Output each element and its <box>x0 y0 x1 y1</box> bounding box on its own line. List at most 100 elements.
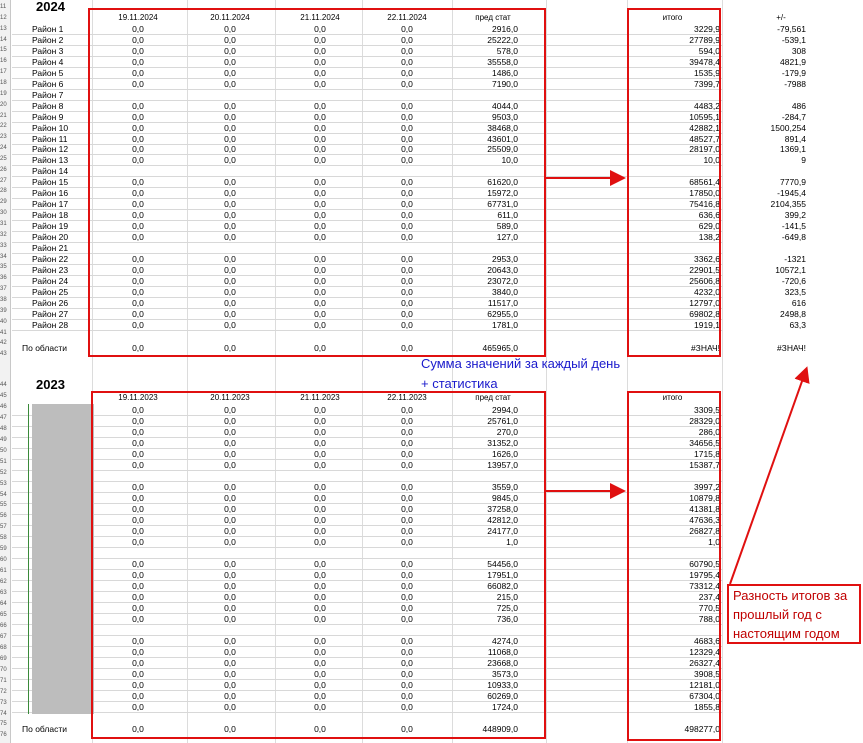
total-diff-value[interactable]: #ЗНАЧ! <box>726 343 806 353</box>
district-label[interactable]: Район 27 <box>32 309 68 319</box>
diff-value[interactable]: 891,4 <box>726 134 806 144</box>
district-label[interactable]: Район 10 <box>32 123 68 133</box>
row-number: 18 <box>0 79 7 86</box>
diff-value[interactable]: 1500,254 <box>726 123 806 133</box>
diff-value[interactable]: 2104,355 <box>726 199 806 209</box>
diff-value[interactable]: 323,5 <box>726 287 806 297</box>
diff-value[interactable]: -649,8 <box>726 232 806 242</box>
row-number: 67 <box>0 633 7 640</box>
district-label[interactable]: Район 22 <box>32 254 68 264</box>
district-label[interactable]: Район 24 <box>32 276 68 286</box>
district-label[interactable]: Район 7 <box>32 90 63 100</box>
row-number: 21 <box>0 112 7 119</box>
diff-value[interactable]: -1945,4 <box>726 188 806 198</box>
diff-value[interactable]: 1369,1 <box>726 144 806 154</box>
district-label[interactable]: Район 19 <box>32 221 68 231</box>
district-label[interactable]: Район 25 <box>32 287 68 297</box>
diff-value[interactable]: 486 <box>726 101 806 111</box>
sum-box-2023 <box>91 391 546 739</box>
diff-value[interactable]: 399,2 <box>726 210 806 220</box>
row-number: 56 <box>0 513 7 520</box>
district-label[interactable]: Район 18 <box>32 210 68 220</box>
diff-value[interactable]: -284,7 <box>726 112 806 122</box>
row-number: 17 <box>0 69 7 76</box>
district-label[interactable]: Район 5 <box>32 68 63 78</box>
district-label[interactable]: Район 12 <box>32 144 68 154</box>
diff-value[interactable]: -79,561 <box>726 24 806 34</box>
diff-value[interactable]: -1321 <box>726 254 806 264</box>
row-number: 74 <box>0 710 7 717</box>
district-label[interactable]: Район 1 <box>32 24 63 34</box>
district-label[interactable]: Район 8 <box>32 101 63 111</box>
row-number: 66 <box>0 622 7 629</box>
district-label[interactable]: Район 26 <box>32 298 68 308</box>
diff-value[interactable]: -179,9 <box>726 68 806 78</box>
district-label[interactable]: Район 14 <box>32 166 68 176</box>
row-number: 48 <box>0 425 7 432</box>
sum-note: Сумма значений за каждый день + статисти… <box>421 356 621 391</box>
row-number: 34 <box>0 253 7 260</box>
row-number: 61 <box>0 568 7 575</box>
row-number: 22 <box>0 123 7 130</box>
diff-value[interactable]: -720,6 <box>726 276 806 286</box>
row-number: 20 <box>0 101 7 108</box>
diff-value[interactable]: -141,5 <box>726 221 806 231</box>
district-label[interactable]: Район 2 <box>32 35 63 45</box>
row-number: 60 <box>0 557 7 564</box>
district-label[interactable]: Район 9 <box>32 112 63 122</box>
district-label[interactable]: Район 6 <box>32 79 63 89</box>
row-number: 51 <box>0 458 7 465</box>
diff-note: Разность итогов за прошлый год с настоящ… <box>733 588 848 641</box>
district-label[interactable]: Район 3 <box>32 46 63 56</box>
row-number: 68 <box>0 644 7 651</box>
row-number: 26 <box>0 166 7 173</box>
district-label[interactable]: Район 21 <box>32 243 68 253</box>
diff-value[interactable]: 616 <box>726 298 806 308</box>
diff-value[interactable]: 7770,9 <box>726 177 806 187</box>
diff-value[interactable]: 2498,8 <box>726 309 806 319</box>
row-number: 55 <box>0 502 7 509</box>
column-header-diff[interactable]: +/- <box>746 13 816 22</box>
diff-value[interactable]: 9 <box>726 155 806 165</box>
row-number-gutter: 11 12 13 14 15 16 17 18 19 20 21 22 23 24 25 26 27 28 29 30… <box>0 0 11 743</box>
district-label[interactable]: Район 4 <box>32 57 63 67</box>
row-number: 72 <box>0 688 7 695</box>
total-label[interactable]: По области <box>22 343 67 353</box>
district-label[interactable]: Район 20 <box>32 232 68 242</box>
selection-marker <box>28 404 29 714</box>
total-label[interactable]: По области <box>22 724 67 734</box>
row-number: 31 <box>0 221 7 227</box>
row-number: 69 <box>0 655 7 662</box>
row-number: 40 <box>0 318 7 325</box>
row-number: 50 <box>0 447 7 454</box>
sum-box-2024 <box>88 8 546 357</box>
year-2023-title: 2023 <box>36 377 65 392</box>
diff-value[interactable]: -539,1 <box>726 35 806 45</box>
row-number: 63 <box>0 590 7 597</box>
row-number: 58 <box>0 535 7 542</box>
diff-value[interactable]: 10572,1 <box>726 265 806 275</box>
year-2024-title: 2024 <box>36 0 65 14</box>
row-number: 15 <box>0 47 7 54</box>
row-number: 33 <box>0 242 7 249</box>
district-label[interactable]: Район 11 <box>32 134 67 144</box>
diff-value[interactable]: -7988 <box>726 79 806 89</box>
district-label[interactable]: Район 16 <box>32 188 68 198</box>
district-label[interactable]: Район 23 <box>32 265 68 275</box>
row-number: 62 <box>0 579 7 586</box>
diff-value[interactable]: 63,3 <box>726 320 806 330</box>
row-number: 13 <box>0 25 7 32</box>
row-number: 49 <box>0 436 7 443</box>
arrow-diff <box>729 366 810 585</box>
diff-value[interactable]: 308 <box>726 46 806 56</box>
district-label[interactable]: Район 15 <box>32 177 68 187</box>
row-number: 52 <box>0 469 7 476</box>
row-number: 30 <box>0 210 7 217</box>
district-label[interactable]: Район 17 <box>32 199 68 209</box>
diff-value[interactable]: 4821,9 <box>726 57 806 67</box>
row-number: 73 <box>0 699 7 706</box>
district-label[interactable]: Район 13 <box>32 155 68 165</box>
district-label[interactable]: Район 28 <box>32 320 68 330</box>
label-shading <box>32 404 94 714</box>
row-number: 36 <box>0 275 7 282</box>
